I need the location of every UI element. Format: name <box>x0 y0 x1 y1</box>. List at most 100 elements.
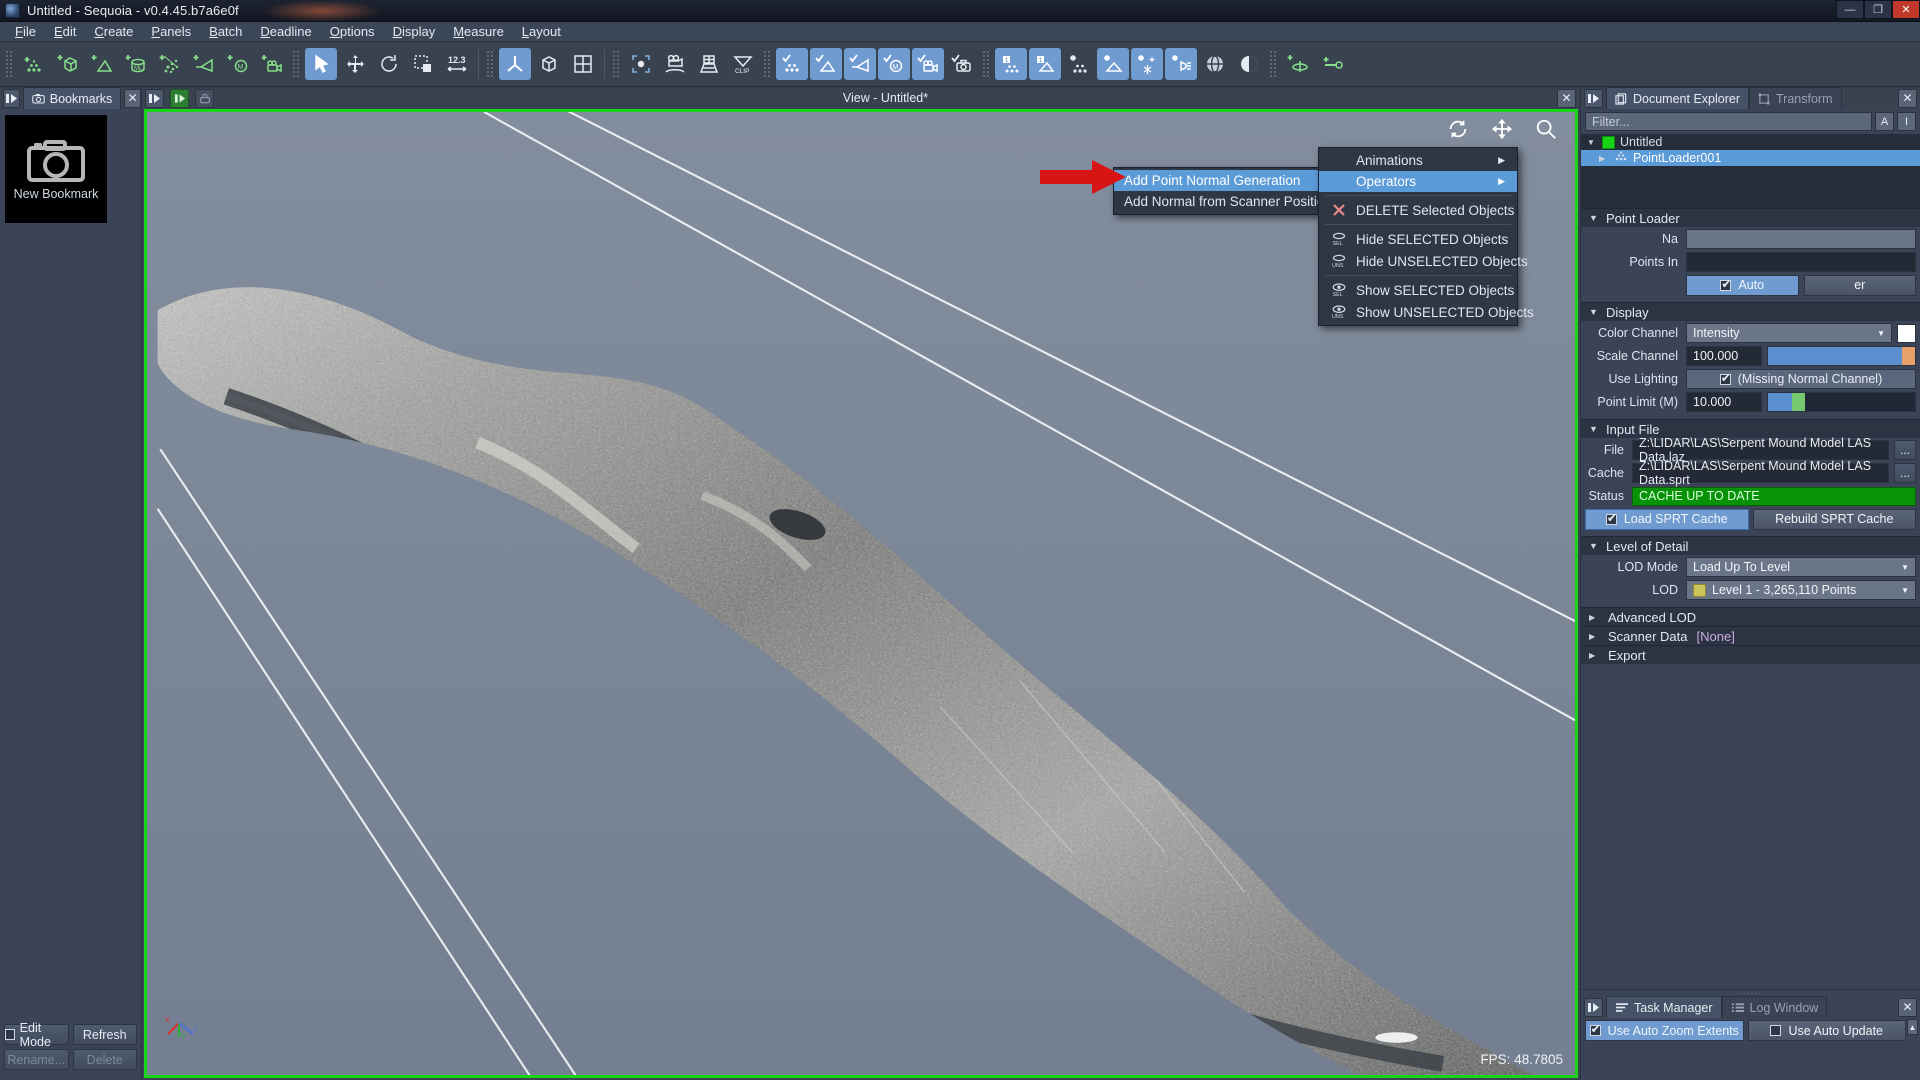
context-menu-item-0[interactable]: Add Point Normal Generation <box>1114 170 1318 191</box>
pin-icon[interactable] <box>3 88 20 108</box>
rename-button[interactable]: Rename... <box>4 1049 69 1070</box>
filter-input[interactable]: Filter... <box>1585 112 1872 131</box>
menu-item-file[interactable]: File <box>6 22 45 42</box>
file-path-field[interactable]: Z:\LIDAR\LAS\Serpent Mound Model LAS Dat… <box>1632 436 1889 464</box>
add-clip-icon[interactable] <box>188 48 220 80</box>
add-mesh-icon[interactable] <box>52 48 84 80</box>
submenu-item-4[interactable]: UNS Hide UNSELECTED Objects <box>1319 250 1528 272</box>
add-measure-icon[interactable]: M <box>222 48 254 80</box>
menu-item-layout[interactable]: Layout <box>513 22 570 42</box>
bounding-box-icon[interactable] <box>533 48 565 80</box>
add-points-icon[interactable] <box>18 48 50 80</box>
camera-view-icon[interactable] <box>659 48 691 80</box>
toggle-camera-icon[interactable] <box>912 48 944 80</box>
select-tool-icon[interactable] <box>305 48 337 80</box>
menu-item-edit[interactable]: Edit <box>45 22 85 42</box>
new-bookmark-card[interactable]: New Bookmark <box>5 115 107 223</box>
viewport-tabstrip[interactable]: View - Untitled* ✕ <box>142 87 1580 109</box>
window-controls[interactable]: — ❐ ✕ <box>1836 0 1920 19</box>
lighting-icon[interactable] <box>1165 48 1197 80</box>
menu-item-display[interactable]: Display <box>384 22 445 42</box>
add-key-icon[interactable] <box>1316 48 1348 80</box>
refresh-icon[interactable] <box>1447 118 1469 143</box>
buffer-button[interactable]: er <box>1803 274 1916 296</box>
tab-document-explorer[interactable]: Document Explorer <box>1606 87 1749 109</box>
add-ml-icon[interactable]: ML <box>120 48 152 80</box>
expander-icon[interactable]: ▼ <box>1587 138 1597 147</box>
bottom-dock-close-button[interactable]: ✕ <box>1898 997 1917 1017</box>
delete-button[interactable]: Delete <box>72 1049 137 1070</box>
load-sprt-cache-button[interactable]: Load SPRT Cache <box>1585 508 1749 530</box>
right-pin-icon[interactable] <box>1584 88 1603 108</box>
toggle-clip-icon[interactable] <box>844 48 876 80</box>
rollout-export-header[interactable]: ▶ Export <box>1581 645 1920 664</box>
toolbar-drag-handle[interactable] <box>5 50 14 78</box>
close-button[interactable]: ✕ <box>1892 0 1920 19</box>
scale-channel-value[interactable]: 100.000 <box>1686 346 1762 366</box>
add-helper-icon[interactable] <box>1282 48 1314 80</box>
sparkle-mesh-icon[interactable] <box>1097 48 1129 80</box>
color-channel-dropdown[interactable]: Intensity ▼ <box>1686 323 1892 343</box>
tab-bookmarks[interactable]: Bookmarks <box>22 87 122 109</box>
use-lighting-checkbox[interactable] <box>1719 371 1731 385</box>
zoom-icon[interactable] <box>1535 118 1557 143</box>
menu-item-deadline[interactable]: Deadline <box>251 22 320 42</box>
rollout-lod-header[interactable]: ▼ Level of Detail <box>1581 536 1920 555</box>
context-submenu-operators[interactable]: Animations ▶ Operators ▶ DELETE Selected Obj… <box>1318 147 1534 326</box>
lod-mode-dropdown[interactable]: Load Up To Level ▼ <box>1686 557 1916 577</box>
clip-plane-icon[interactable]: CLIP <box>727 48 759 80</box>
scene-tree[interactable]: ▼ Untitled ▶ PointLoader001 <box>1581 134 1920 208</box>
menu-item-measure[interactable]: Measure <box>444 22 513 42</box>
bookmarks-list[interactable]: New Bookmark <box>0 109 141 1020</box>
cache-path-field[interactable]: Z:\LIDAR\LAS\Serpent Mound Model LAS Dat… <box>1632 459 1889 487</box>
zoom-extents-icon[interactable] <box>625 48 657 80</box>
scale-tool-icon[interactable] <box>407 48 439 80</box>
tab-task-manager[interactable]: Task Manager <box>1606 996 1722 1018</box>
rollout-advanced-lod-header[interactable]: ▶ Advanced LOD <box>1581 607 1920 626</box>
menu-item-options[interactable]: Options <box>321 22 384 42</box>
bookmarks-tabstrip[interactable]: Bookmarks ✕ <box>0 87 141 109</box>
toolbar-drag-handle[interactable] <box>982 50 991 78</box>
add-surface-icon[interactable] <box>86 48 118 80</box>
filter-invert-button[interactable]: I <box>1897 112 1916 131</box>
grid-icon[interactable] <box>567 48 599 80</box>
context-menu-item-1[interactable]: Add Normal from Scanner Position <box>1114 191 1332 212</box>
bookmarks-buttons[interactable]: Edit Mode Refresh Rename... Delete <box>0 1020 141 1080</box>
viewport-pin-icon[interactable] <box>145 88 164 108</box>
bottom-pin-icon[interactable] <box>1584 997 1603 1017</box>
point-limit-slider[interactable] <box>1767 392 1916 412</box>
use-auto-zoom-extents-button[interactable]: Use Auto Zoom Extents <box>1585 1020 1744 1041</box>
use-auto-zoom-extents-checkbox[interactable] <box>1589 1022 1601 1036</box>
bottom-dock-tabstrip[interactable]: Task Manager Log Window ✕ <box>1581 996 1920 1018</box>
name-field[interactable] <box>1686 229 1916 249</box>
load-sprt-cache-checkbox[interactable] <box>1605 511 1617 525</box>
tab-log-window[interactable]: Log Window <box>1721 996 1828 1018</box>
use-auto-update-button[interactable]: Use Auto Update <box>1747 1020 1906 1041</box>
sparkle-points-icon[interactable] <box>1063 48 1095 80</box>
main-toolbar[interactable]: ML M 12.3 CLIP M 1 1 <box>0 42 1920 87</box>
points-numbered-icon[interactable]: 1 <box>995 48 1027 80</box>
color-swatch-button[interactable] <box>1897 323 1916 343</box>
toolbar-drag-handle[interactable] <box>292 50 301 78</box>
lod-dropdown[interactable]: Level 1 - 3,265,110 Points ▼ <box>1686 580 1916 600</box>
right-dock-tabstrip[interactable]: Document Explorer Transform ✕ <box>1581 87 1920 109</box>
add-particles-icon[interactable] <box>154 48 186 80</box>
auto-button[interactable]: Auto <box>1686 274 1799 296</box>
numeric-input-icon[interactable]: 12.3 <box>441 48 473 80</box>
submenu-item-2[interactable]: DELETE Selected Objects <box>1319 199 1517 221</box>
viewport-overlay-icons[interactable] <box>1447 118 1557 143</box>
wire-sphere-icon[interactable] <box>1199 48 1231 80</box>
rollout-display-header[interactable]: ▼ Display <box>1581 302 1920 321</box>
toggle-mesh-icon[interactable] <box>810 48 842 80</box>
submenu-item-1[interactable]: Operators ▶ <box>1319 171 1517 192</box>
add-camera-icon[interactable] <box>256 48 288 80</box>
mesh-numbered-icon[interactable]: 1 <box>1029 48 1061 80</box>
cache-browse-button[interactable]: ... <box>1894 463 1916 483</box>
tree-row-pointloader[interactable]: ▶ PointLoader001 <box>1581 150 1920 166</box>
submenu-item-3[interactable]: SEL Hide SELECTED Objects <box>1319 228 1517 250</box>
lock-icon[interactable] <box>195 88 214 108</box>
sparkle-star-icon[interactable] <box>1131 48 1163 80</box>
menu-bar[interactable]: File Edit Create Panels Batch Deadline Options… <box>0 22 1920 42</box>
toggle-markers-icon[interactable]: M <box>878 48 910 80</box>
rollout-point-loader-header[interactable]: ▼ Point Loader <box>1581 208 1920 227</box>
